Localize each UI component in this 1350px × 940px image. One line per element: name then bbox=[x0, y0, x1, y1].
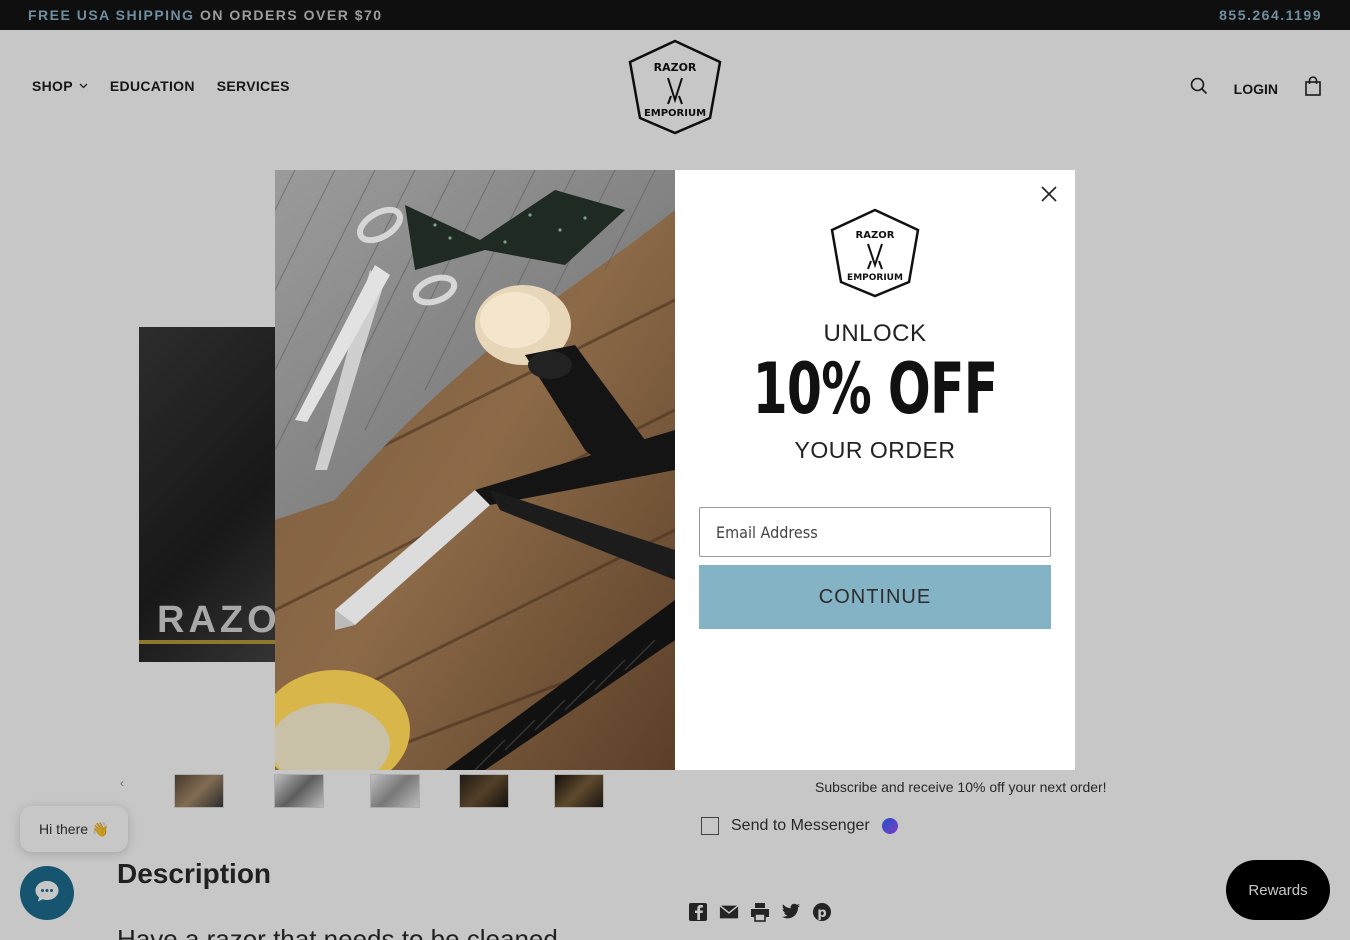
your-order-text: YOUR ORDER bbox=[794, 437, 956, 463]
razor-emporium-logo: RAZOR EMPORIUM bbox=[827, 208, 923, 298]
popup-content: RAZOR EMPORIUM UNLOCK 10% OFF YOUR ORDER… bbox=[675, 170, 1075, 770]
email-field[interactable] bbox=[699, 507, 1051, 557]
close-icon[interactable] bbox=[1037, 182, 1061, 206]
discount-offer: 10% OFF bbox=[752, 348, 999, 430]
discount-popup: RAZOR EMPORIUM UNLOCK 10% OFF YOUR ORDER… bbox=[275, 170, 1075, 770]
svg-text:EMPORIUM: EMPORIUM bbox=[847, 273, 903, 283]
svg-text:RAZOR: RAZOR bbox=[856, 230, 895, 241]
continue-button[interactable]: CONTINUE bbox=[699, 565, 1051, 629]
barber-tools-image bbox=[275, 170, 675, 770]
unlock-heading: UNLOCK bbox=[823, 320, 927, 347]
